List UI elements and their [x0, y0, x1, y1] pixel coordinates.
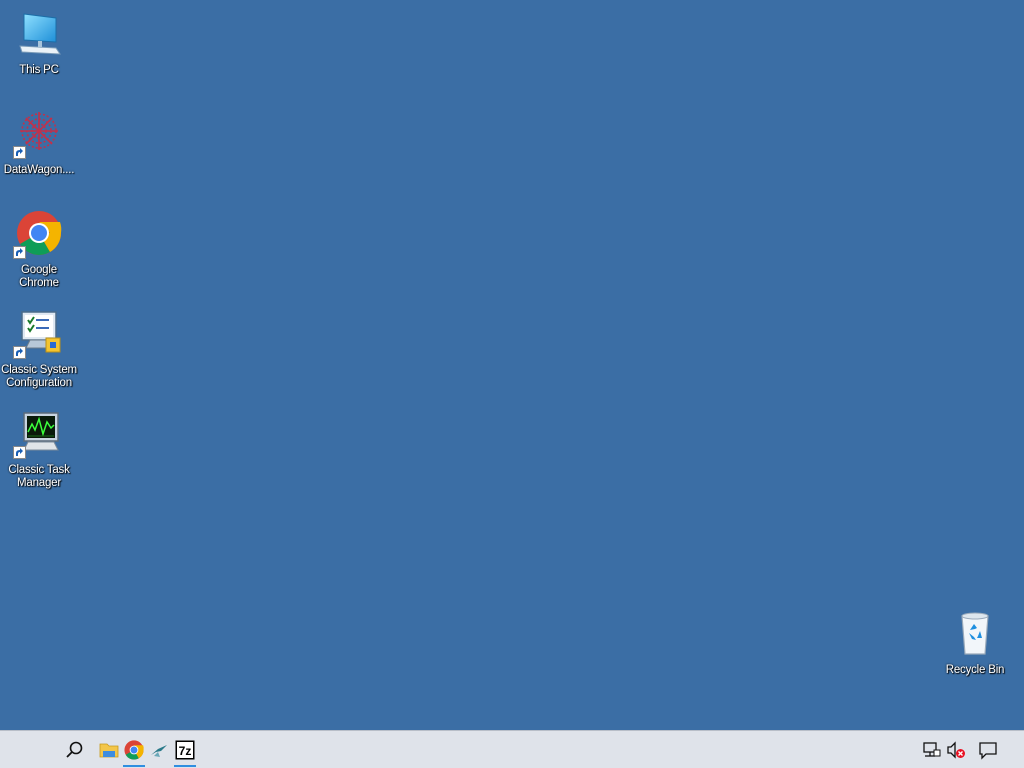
- desktop[interactable]: This PC DataWagon.... Google Chrome Clas…: [0, 0, 1024, 730]
- active-indicator: [174, 765, 196, 767]
- desktop-icon-datawagon[interactable]: DataWagon....: [1, 108, 77, 198]
- taskbar: 7z: [0, 730, 1024, 768]
- bird-icon: [151, 745, 167, 757]
- shortcut-arrow-icon: [13, 346, 26, 359]
- taskbar-file-explorer[interactable]: [96, 731, 122, 768]
- search-button[interactable]: [62, 731, 88, 768]
- network-icon[interactable]: [922, 740, 942, 760]
- shortcut-arrow-icon: [13, 246, 26, 259]
- 7zip-icon: 7z: [175, 740, 195, 760]
- computer-icon: [16, 10, 62, 56]
- desktop-icon-google-chrome[interactable]: Google Chrome: [1, 208, 77, 298]
- shortcut-arrow-icon: [13, 446, 26, 459]
- search-icon: [66, 741, 83, 758]
- desktop-icon-label: Classic Task Manager: [8, 464, 70, 489]
- desktop-icon-this-pc[interactable]: This PC: [1, 8, 77, 98]
- desktop-icon-label: Recycle Bin: [945, 664, 1005, 676]
- desktop-icon-classic-system-configuration[interactable]: Classic System Configuration: [1, 308, 77, 398]
- action-center-icon[interactable]: [978, 740, 998, 760]
- desktop-icon-label: This PC: [19, 64, 59, 76]
- desktop-icon-classic-task-manager[interactable]: Classic Task Manager: [1, 408, 77, 498]
- shortcut-arrow-icon: [13, 146, 26, 159]
- active-indicator: [123, 765, 145, 767]
- svg-text:7z: 7z: [179, 744, 192, 758]
- desktop-icon-recycle-bin[interactable]: Recycle Bin: [937, 608, 1013, 698]
- chrome-icon: [124, 740, 144, 760]
- taskbar-7zip[interactable]: 7z: [172, 731, 198, 768]
- taskbar-google-chrome[interactable]: [121, 731, 147, 768]
- taskbar-app-bird[interactable]: [146, 731, 172, 768]
- folder-icon: [99, 743, 119, 758]
- recycle-bin-icon: [952, 610, 998, 656]
- desktop-icon-label: Google Chrome: [19, 264, 59, 289]
- desktop-icon-label: DataWagon....: [3, 164, 75, 176]
- desktop-icon-label: Classic System Configuration: [1, 364, 77, 389]
- speaker-muted-icon[interactable]: [946, 740, 966, 760]
